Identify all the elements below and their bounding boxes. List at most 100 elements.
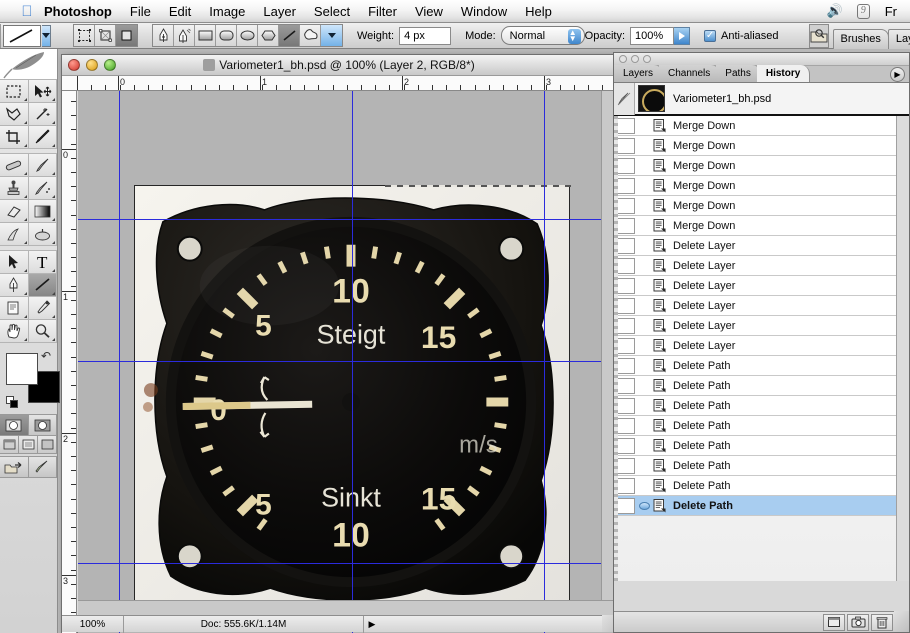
new-document-from-state-icon[interactable]	[823, 614, 845, 631]
tab-history[interactable]: History	[757, 65, 810, 82]
history-brush-source-icon[interactable]	[614, 82, 635, 115]
document-title-bar[interactable]: Variometer1_bh.psd @ 100% (Layer 2, RGB/…	[62, 55, 616, 76]
rounded-rectangle-tool-icon[interactable]	[216, 25, 237, 46]
palette-zoom-button[interactable]	[643, 55, 651, 63]
standard-screen-mode-button[interactable]	[0, 435, 19, 454]
history-state-row[interactable]: Merge Down	[614, 136, 909, 156]
palette-menu-arrow-icon[interactable]: ▶	[890, 67, 905, 82]
history-state-checkbox[interactable]	[617, 318, 635, 334]
guide-vertical-2[interactable]	[352, 91, 353, 633]
history-state-row[interactable]: Delete Layer	[614, 236, 909, 256]
history-state-checkbox[interactable]	[617, 358, 635, 374]
history-state-row[interactable]: Delete Path	[614, 396, 909, 416]
brush-tool[interactable]	[28, 153, 58, 177]
dock-tab-layers[interactable]: Lay	[888, 29, 910, 49]
history-state-row[interactable]: Merge Down	[614, 216, 909, 236]
swap-colors-icon[interactable]: ↶	[41, 349, 51, 363]
move-tool[interactable]	[28, 79, 58, 103]
shape-options-arrow[interactable]	[321, 25, 342, 46]
opacity-slider-arrow[interactable]	[674, 27, 690, 45]
menu-view[interactable]: View	[406, 0, 452, 23]
jump-to-imageready-icon[interactable]	[0, 456, 29, 478]
guide-horizontal-2[interactable]	[78, 361, 618, 362]
history-state-checkbox[interactable]	[617, 178, 635, 194]
history-brush-tool[interactable]	[28, 176, 58, 200]
history-state-row[interactable]: Delete Layer	[614, 336, 909, 356]
history-state-checkbox[interactable]	[617, 438, 635, 454]
default-colors-icon[interactable]	[6, 396, 19, 409]
custom-shape-tool-icon[interactable]	[300, 25, 321, 46]
menu-help[interactable]: Help	[516, 0, 561, 23]
input-menu-label[interactable]: Fr	[876, 0, 906, 23]
gradient-tool[interactable]	[28, 199, 58, 223]
palette-close-button[interactable]	[619, 55, 627, 63]
menu-window[interactable]: Window	[452, 0, 516, 23]
ellipse-tool-icon[interactable]	[237, 25, 258, 46]
vertical-ruler[interactable]: 0 1 2 3	[62, 91, 77, 633]
history-state-row[interactable]: Delete Path	[614, 356, 909, 376]
history-state-row[interactable]: Merge Down	[614, 196, 909, 216]
full-screen-with-menubar-button[interactable]	[18, 435, 38, 454]
history-state-row[interactable]: Delete Path	[614, 476, 909, 496]
file-browser-icon[interactable]	[809, 24, 829, 48]
tab-layers[interactable]: Layers	[614, 65, 663, 82]
palette-resize-grip[interactable]	[894, 611, 909, 632]
history-state-list[interactable]: Merge DownMerge DownMerge DownMerge Down…	[614, 116, 909, 581]
menu-filter[interactable]: Filter	[359, 0, 406, 23]
blur-tool[interactable]	[0, 222, 29, 246]
opacity-input[interactable]: 100%	[630, 27, 674, 45]
new-snapshot-icon[interactable]	[847, 614, 869, 631]
menu-edit[interactable]: Edit	[160, 0, 200, 23]
history-state-checkbox[interactable]	[617, 218, 635, 234]
history-state-checkbox[interactable]	[617, 498, 635, 514]
history-state-row[interactable]: Delete Path	[614, 496, 909, 516]
full-screen-mode-button[interactable]	[37, 435, 57, 454]
current-tool-preview[interactable]	[3, 25, 41, 47]
history-scrollbar[interactable]	[896, 116, 909, 581]
guide-horizontal-1[interactable]	[78, 219, 618, 220]
palette-minimize-button[interactable]	[631, 55, 639, 63]
history-snapshot-row[interactable]: Variometer1_bh.psd	[614, 83, 909, 116]
tool-preset-picker-arrow[interactable]	[42, 25, 51, 47]
tab-paths[interactable]: Paths	[716, 65, 761, 82]
eraser-tool[interactable]	[0, 199, 29, 223]
paths-icon[interactable]	[95, 25, 116, 46]
history-state-row[interactable]: Merge Down	[614, 116, 909, 136]
history-state-row[interactable]: Delete Layer	[614, 316, 909, 336]
anti-aliased-checkbox[interactable]: ✓	[704, 30, 716, 42]
marquee-tool[interactable]	[0, 79, 29, 103]
history-state-checkbox[interactable]	[617, 478, 635, 494]
history-state-checkbox[interactable]	[617, 458, 635, 474]
options-bar-grip[interactable]	[0, 24, 1, 48]
slice-tool[interactable]	[28, 125, 58, 149]
guide-vertical-1[interactable]	[119, 91, 120, 633]
history-state-row[interactable]: Delete Layer	[614, 276, 909, 296]
eyedropper-tool[interactable]	[28, 296, 58, 320]
menu-file[interactable]: File	[121, 0, 160, 23]
status-popup-arrow-icon[interactable]: ▶	[364, 619, 380, 630]
polygon-tool-icon[interactable]	[258, 25, 279, 46]
delete-state-icon[interactable]	[871, 614, 893, 631]
menu-select[interactable]: Select	[305, 0, 359, 23]
standard-mask-mode-button[interactable]	[0, 414, 29, 436]
lasso-tool[interactable]	[0, 102, 29, 126]
history-state-checkbox[interactable]	[617, 298, 635, 314]
horizontal-scrollbar[interactable]	[78, 600, 618, 615]
rectangle-tool-icon[interactable]	[195, 25, 216, 46]
history-state-row[interactable]: Delete Path	[614, 436, 909, 456]
history-state-row[interactable]: Merge Down	[614, 156, 909, 176]
history-state-checkbox[interactable]	[617, 198, 635, 214]
foreground-color-swatch[interactable]	[6, 353, 38, 385]
history-state-row[interactable]: Delete Layer	[614, 256, 909, 276]
history-state-checkbox[interactable]	[617, 258, 635, 274]
toolbox-banner[interactable]	[0, 49, 57, 80]
history-state-checkbox[interactable]	[617, 418, 635, 434]
jump-to-icon[interactable]	[28, 456, 58, 478]
tab-channels[interactable]: Channels	[659, 65, 720, 82]
history-state-checkbox[interactable]	[617, 278, 635, 294]
history-state-checkbox[interactable]	[617, 398, 635, 414]
type-tool[interactable]: T	[28, 250, 58, 274]
history-state-checkbox[interactable]	[617, 118, 635, 134]
zoom-level-field[interactable]: 100%	[62, 616, 124, 633]
magic-wand-tool[interactable]	[28, 102, 58, 126]
